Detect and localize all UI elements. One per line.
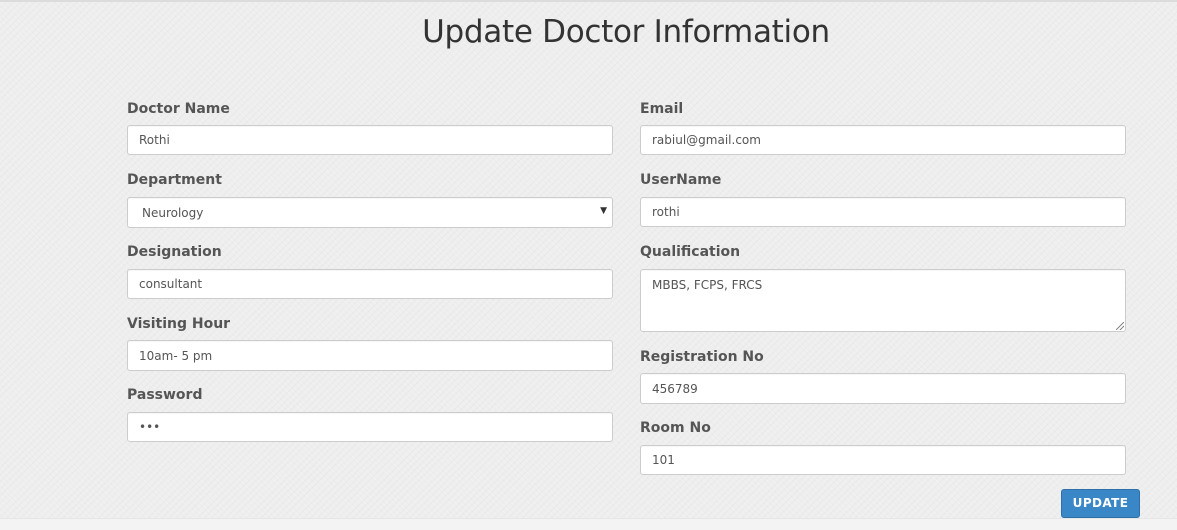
department-label: Department xyxy=(127,172,222,188)
registration-no-input[interactable] xyxy=(640,373,1126,404)
email-input[interactable] xyxy=(640,125,1126,155)
designation-label: Designation xyxy=(127,244,222,260)
registration-no-label: Registration No xyxy=(640,349,764,365)
doctor-name-label: Doctor Name xyxy=(127,101,230,117)
email-label: Email xyxy=(640,101,684,117)
visiting-hour-label: Visiting Hour xyxy=(127,316,231,332)
room-no-label: Room No xyxy=(640,420,711,436)
footer-strip xyxy=(0,518,1177,530)
department-select[interactable]: Neurology ▼ xyxy=(127,197,613,228)
resize-grip-icon[interactable] xyxy=(1116,322,1124,330)
visiting-hour-input[interactable] xyxy=(127,340,613,371)
password-label: Password xyxy=(127,387,203,403)
username-input[interactable] xyxy=(640,197,1126,227)
qualification-label: Qualification xyxy=(640,244,741,260)
update-button[interactable]: UPDATE xyxy=(1061,489,1140,518)
dropdown-caret-icon: ▼ xyxy=(600,206,607,216)
username-label: UserName xyxy=(640,172,722,188)
password-input[interactable] xyxy=(127,412,613,442)
designation-input[interactable] xyxy=(127,269,613,299)
qualification-textarea[interactable]: MBBS, FCPS, FRCS xyxy=(640,269,1126,332)
top-border xyxy=(0,0,1177,2)
page-title: Update Doctor Information xyxy=(422,14,830,50)
qualification-wrapper: MBBS, FCPS, FRCS xyxy=(640,269,1126,332)
department-selected-value: Neurology xyxy=(142,205,204,220)
doctor-name-input[interactable] xyxy=(127,125,613,155)
room-no-input[interactable] xyxy=(640,445,1126,475)
